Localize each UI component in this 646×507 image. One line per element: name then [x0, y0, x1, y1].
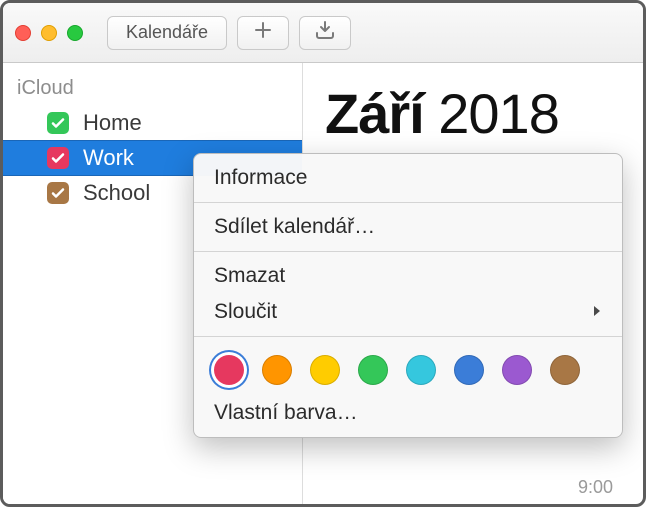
menu-item-label: Vlastní barva… — [214, 401, 358, 425]
color-swatch[interactable] — [502, 355, 532, 385]
color-swatch[interactable] — [406, 355, 436, 385]
color-swatch[interactable] — [310, 355, 340, 385]
menu-separator — [194, 336, 622, 337]
sidebar-section-header: iCloud — [3, 77, 302, 106]
calendar-item-label: Home — [83, 110, 142, 136]
app-window: Kalendáře iCloud Home — [0, 0, 646, 507]
checkbox-icon[interactable] — [47, 112, 69, 134]
menu-item-label: Smazat — [214, 264, 285, 288]
submenu-arrow-icon — [592, 300, 602, 324]
checkbox-icon[interactable] — [47, 147, 69, 169]
menu-item-label: Informace — [214, 166, 307, 190]
color-swatch[interactable] — [454, 355, 484, 385]
titlebar: Kalendáře — [3, 3, 643, 63]
menu-item-label: Sloučit — [214, 300, 277, 324]
menu-item-label: Sdílet kalendář… — [214, 215, 375, 239]
color-swatch[interactable] — [214, 355, 244, 385]
color-swatch[interactable] — [550, 355, 580, 385]
color-swatch[interactable] — [262, 355, 292, 385]
menu-separator — [194, 251, 622, 252]
calendar-item-label: School — [83, 180, 150, 206]
inbox-download-icon — [314, 20, 336, 45]
month-year-title: Září 2018 — [325, 81, 643, 146]
inbox-button[interactable] — [299, 16, 351, 50]
calendars-toggle-label: Kalendáře — [126, 22, 208, 43]
menu-separator — [194, 202, 622, 203]
menu-item-delete[interactable]: Smazat — [194, 258, 622, 294]
menu-item-info[interactable]: Informace — [194, 160, 622, 196]
year-label: 2018 — [438, 82, 559, 145]
color-picker-row — [194, 343, 622, 395]
menu-item-custom-color[interactable]: Vlastní barva… — [194, 395, 622, 431]
menu-item-merge[interactable]: Sloučit — [194, 294, 622, 330]
menu-item-share-calendar[interactable]: Sdílet kalendář… — [194, 209, 622, 245]
calendars-toggle-button[interactable]: Kalendáře — [107, 16, 227, 50]
calendar-list-item-home[interactable]: Home — [3, 106, 302, 140]
month-label: Září — [325, 82, 424, 145]
minimize-window-button[interactable] — [41, 25, 57, 41]
time-gridline-label: 9:00 — [578, 477, 613, 498]
calendar-context-menu: Informace Sdílet kalendář… Smazat Slouči… — [193, 153, 623, 438]
window-controls — [15, 25, 83, 41]
zoom-window-button[interactable] — [67, 25, 83, 41]
add-button[interactable] — [237, 16, 289, 50]
color-swatch[interactable] — [358, 355, 388, 385]
close-window-button[interactable] — [15, 25, 31, 41]
calendar-item-label: Work — [83, 145, 134, 171]
checkbox-icon[interactable] — [47, 182, 69, 204]
plus-icon — [253, 20, 273, 45]
